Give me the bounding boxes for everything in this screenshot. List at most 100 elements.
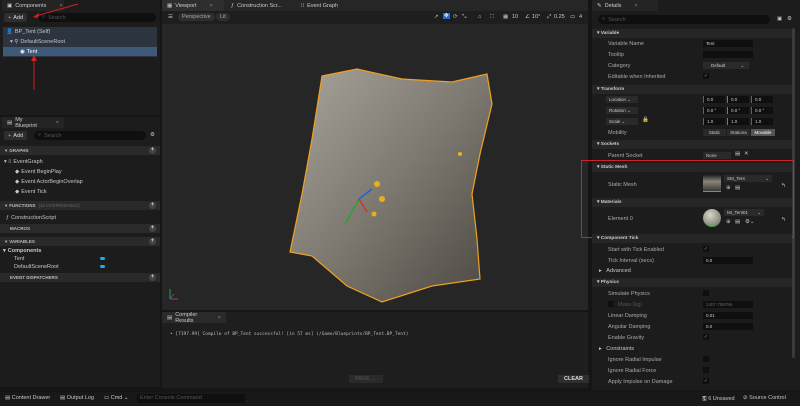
console-input[interactable]: Enter Console Command bbox=[137, 394, 245, 403]
location-y[interactable]: 0.0 bbox=[727, 96, 749, 103]
details-search-input[interactable]: ⌕ Search bbox=[598, 15, 770, 24]
rotate-icon[interactable]: ⟳ bbox=[453, 14, 458, 20]
lit-button[interactable]: Lit bbox=[216, 13, 230, 21]
event-begin-play[interactable]: ◆ Event BeginPlay bbox=[0, 167, 160, 176]
event-tick[interactable]: ◆ Event Tick bbox=[0, 187, 160, 196]
mobility-movable[interactable]: Movable bbox=[751, 129, 775, 136]
rotation-snap-icon[interactable]: ∠ bbox=[525, 14, 530, 20]
simulate-physics-checkbox[interactable] bbox=[703, 290, 709, 296]
my-blueprint-tab[interactable]: ▤ My Blueprint × bbox=[2, 117, 64, 129]
close-icon[interactable]: × bbox=[56, 120, 59, 126]
close-icon[interactable]: × bbox=[634, 3, 637, 9]
variable-name-input[interactable]: Tent bbox=[703, 40, 753, 47]
scale-snap-icon[interactable]: ⤢ bbox=[547, 14, 551, 21]
world-local-icon[interactable]: ⌂ bbox=[478, 14, 481, 20]
camera-speed-icon[interactable]: ▭ bbox=[570, 14, 575, 20]
advanced-toggle[interactable]: ▸ Advanced bbox=[599, 268, 631, 274]
camera-speed-value[interactable]: 4 bbox=[579, 14, 582, 20]
transform-section[interactable]: ▾ Transform bbox=[592, 85, 792, 94]
property-matrix-icon[interactable]: ▣ bbox=[777, 16, 782, 22]
grid-snap-icon[interactable]: ▦ bbox=[503, 14, 508, 20]
clear-button[interactable]: CLEAR bbox=[558, 375, 589, 383]
rotation-y[interactable]: 0.0 ° bbox=[727, 107, 749, 114]
rotation-dropdown[interactable]: Rotation ⌄ bbox=[606, 107, 638, 114]
add-function-icon[interactable]: + bbox=[149, 202, 156, 209]
add-graph-icon[interactable]: + bbox=[149, 147, 156, 154]
cmd-dropdown[interactable]: ▭ Cmd ⌄ bbox=[104, 395, 129, 401]
close-icon[interactable]: × bbox=[218, 315, 221, 321]
tab-event-graph[interactable]: ⁞⁞ Event Graph bbox=[296, 0, 343, 11]
event-dispatchers-section[interactable]: EVENT DISPATCHERS + bbox=[0, 273, 160, 282]
tick-interval-input[interactable]: 0.0 bbox=[703, 257, 753, 264]
compiler-results-tab[interactable]: ▤ Compiler Results × bbox=[162, 312, 226, 324]
content-drawer-button[interactable]: ▤ Content Drawer bbox=[5, 395, 50, 401]
category-dropdown[interactable]: Default ⌄ bbox=[703, 62, 749, 69]
tab-viewport[interactable]: ▦ Viewport × bbox=[162, 0, 224, 11]
constraints-toggle[interactable]: ▸ Constraints bbox=[599, 346, 634, 352]
tab-construction-script[interactable]: ƒ Construction Scr... bbox=[226, 0, 287, 11]
event-graph-item[interactable]: ▾ ⁞⁞ EventGraph bbox=[0, 157, 160, 166]
scale-x[interactable]: 1.0 bbox=[703, 118, 725, 125]
radial-force-checkbox[interactable] bbox=[703, 367, 709, 373]
event-actor-begin-overlap[interactable]: ◆ Event ActorBeginOverlap bbox=[0, 177, 160, 186]
scale-y[interactable]: 1.0 bbox=[727, 118, 749, 125]
add-dispatcher-icon[interactable]: + bbox=[149, 274, 156, 281]
output-log-button[interactable]: ▤ Output Log bbox=[60, 395, 94, 401]
start-tick-checkbox[interactable]: ✓ bbox=[703, 246, 709, 252]
page-button[interactable]: PAGE ← bbox=[349, 375, 383, 383]
perspective-button[interactable]: Perspective bbox=[178, 13, 215, 21]
add-variable-icon[interactable]: + bbox=[149, 238, 156, 245]
unsaved-button[interactable]: 🖫 6 Unsaved bbox=[702, 395, 735, 404]
parent-socket-value[interactable]: None bbox=[703, 152, 731, 159]
add-member-button[interactable]: + Add bbox=[4, 131, 28, 140]
blueprint-search-input[interactable]: ⌕ Search bbox=[34, 131, 146, 140]
lock-icon[interactable]: 🔒 bbox=[642, 117, 649, 123]
macros-section[interactable]: MACROS + bbox=[0, 224, 160, 233]
tooltip-input[interactable] bbox=[703, 51, 753, 58]
sockets-section[interactable]: ▾ Sockets bbox=[592, 140, 792, 149]
rotation-z[interactable]: 0.0 ° bbox=[751, 107, 773, 114]
grid-snap-value[interactable]: 10 bbox=[512, 14, 518, 20]
scale-snap-value[interactable]: 0.25 bbox=[554, 14, 565, 20]
tent-mesh[interactable] bbox=[289, 68, 493, 303]
construction-script-item[interactable]: ƒ ConstructionScript bbox=[0, 213, 160, 222]
component-tick-section[interactable]: ▾ Component Tick bbox=[592, 234, 792, 243]
scale-icon[interactable]: ⤡ bbox=[462, 14, 466, 21]
angular-damping-input[interactable]: 0.0 bbox=[703, 323, 753, 330]
select-icon[interactable]: ➚ bbox=[434, 14, 439, 20]
mass-override-checkbox[interactable] bbox=[608, 301, 614, 307]
physics-section[interactable]: ▾ Physics bbox=[592, 278, 792, 287]
variables-section[interactable]: ▾ VARIABLES + bbox=[0, 237, 160, 246]
viewport-3d-scene[interactable] bbox=[162, 24, 588, 310]
linear-damping-input[interactable]: 0.01 bbox=[703, 312, 753, 319]
menu-icon[interactable]: ☰ bbox=[168, 14, 173, 20]
location-z[interactable]: 0.0 bbox=[751, 96, 773, 103]
mobility-static[interactable]: Static bbox=[703, 129, 726, 136]
variable-defaultsceneroot[interactable]: DefaultSceneRoot bbox=[0, 262, 160, 271]
functions-section[interactable]: ▾ FUNCTIONS (16 OVERRIDABLE) + bbox=[0, 201, 160, 210]
graphs-section[interactable]: ▾ GRAPHS + bbox=[0, 146, 160, 155]
mobility-stationary[interactable]: Stationa bbox=[727, 129, 750, 136]
details-tab[interactable]: ✎ Details × bbox=[592, 0, 658, 11]
add-macro-icon[interactable]: + bbox=[149, 225, 156, 232]
editable-checkbox[interactable]: ✓ bbox=[703, 73, 709, 79]
scale-z[interactable]: 1.0 bbox=[751, 118, 773, 125]
location-dropdown[interactable]: Location ⌄ bbox=[606, 96, 638, 103]
rotation-snap-value[interactable]: 10° bbox=[532, 14, 540, 20]
radial-impulse-checkbox[interactable] bbox=[703, 356, 709, 362]
variable-section[interactable]: ▾ Variable bbox=[592, 29, 792, 38]
location-x[interactable]: 0.0 bbox=[703, 96, 725, 103]
settings-icon[interactable]: ⚙ bbox=[150, 132, 155, 138]
translate-icon[interactable]: ✥ bbox=[443, 13, 450, 19]
close-icon[interactable]: × bbox=[210, 3, 213, 9]
surface-snap-icon[interactable]: ⛶ bbox=[490, 14, 494, 21]
settings-icon[interactable]: ⚙ bbox=[787, 16, 792, 22]
enable-gravity-checkbox[interactable]: ✓ bbox=[703, 334, 709, 340]
apply-impulse-checkbox[interactable]: ✓ bbox=[703, 378, 709, 384]
scale-dropdown[interactable]: Scale ⌄ bbox=[606, 118, 638, 125]
search-icon: ⌕ bbox=[602, 16, 606, 22]
source-control-button[interactable]: ⊘ Source Control bbox=[743, 395, 786, 401]
clear-icon[interactable]: ✕ bbox=[744, 151, 749, 157]
rotation-x[interactable]: 0.0 ° bbox=[703, 107, 725, 114]
browse-icon[interactable]: ▤ bbox=[735, 151, 740, 157]
